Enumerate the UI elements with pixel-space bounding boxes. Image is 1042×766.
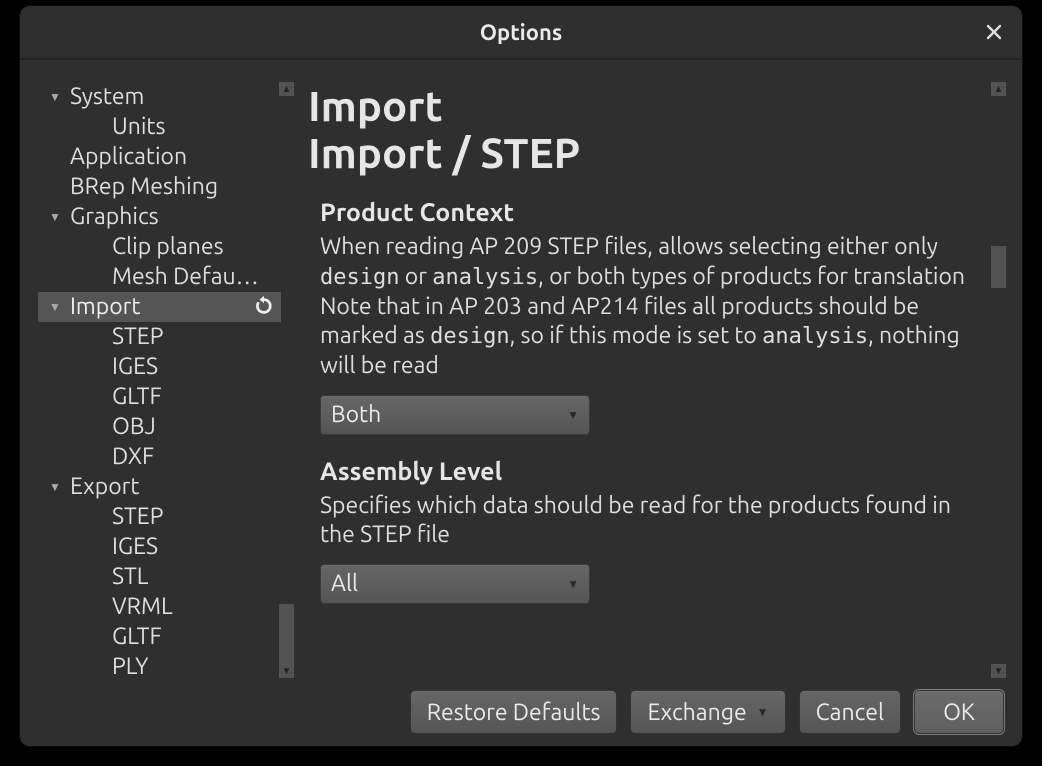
- page-title-line1: Import: [308, 82, 989, 129]
- chevron-down-icon: ▼: [757, 705, 769, 719]
- tree-scrollbar[interactable]: ▲ ▼: [279, 82, 294, 678]
- tree-item-export-stl[interactable]: STL: [38, 562, 281, 592]
- section-product-context: Product Context: [308, 198, 989, 226]
- tree-item-clip-planes[interactable]: Clip planes: [38, 232, 281, 262]
- window-title: Options: [480, 20, 563, 45]
- dialog-body: ▼System Units Application BRep Meshing ▼…: [20, 60, 1022, 678]
- tree-panel: ▼System Units Application BRep Meshing ▼…: [38, 82, 294, 678]
- scroll-thumb[interactable]: [991, 246, 1006, 288]
- cancel-button[interactable]: Cancel: [799, 690, 901, 734]
- tree-item-mesh-defaults[interactable]: Mesh Defau…: [38, 262, 281, 292]
- scroll-down-icon[interactable]: ▼: [279, 664, 294, 678]
- section-assembly-level: Assembly Level: [308, 457, 989, 485]
- product-context-combo[interactable]: Both ▼: [320, 395, 590, 435]
- reset-icon[interactable]: [253, 295, 275, 325]
- content-scrollbar[interactable]: ▲ ▼: [991, 82, 1006, 678]
- restore-defaults-button[interactable]: Restore Defaults: [410, 690, 618, 734]
- tree-item-import-iges[interactable]: IGES: [38, 352, 281, 382]
- content: Import Import / STEP Product Context Whe…: [308, 82, 993, 678]
- titlebar: Options: [20, 6, 1022, 60]
- tree-item-export-ply[interactable]: PLY: [38, 652, 281, 678]
- scroll-up-icon[interactable]: ▲: [279, 82, 294, 96]
- scroll-down-icon[interactable]: ▼: [991, 664, 1006, 678]
- scroll-thumb[interactable]: [279, 604, 294, 664]
- tree-item-system[interactable]: ▼System: [38, 82, 281, 112]
- tree-item-export-gltf[interactable]: GLTF: [38, 622, 281, 652]
- nav-tree: ▼System Units Application BRep Meshing ▼…: [38, 82, 281, 678]
- exchange-button[interactable]: Exchange▼: [630, 690, 785, 734]
- tree-item-export-iges[interactable]: IGES: [38, 532, 281, 562]
- page-title-line2: Import / STEP: [308, 129, 989, 176]
- desc-product-context: When reading AP 209 STEP files, allows s…: [308, 232, 989, 381]
- tree-item-units[interactable]: Units: [38, 112, 281, 142]
- options-dialog: Options ▼System Units Application BRep M…: [20, 6, 1022, 746]
- tree-item-import-dxf[interactable]: DXF: [38, 442, 281, 472]
- tree-item-import[interactable]: ▼Import: [38, 292, 281, 322]
- tree-item-import-gltf[interactable]: GLTF: [38, 382, 281, 412]
- tree-item-brep-meshing[interactable]: BRep Meshing: [38, 172, 281, 202]
- assembly-level-combo[interactable]: All ▼: [320, 564, 590, 604]
- product-context-value: Both: [331, 402, 381, 427]
- scroll-up-icon[interactable]: ▲: [991, 82, 1006, 96]
- tree-item-export[interactable]: ▼Export: [38, 472, 281, 502]
- tree-item-import-step[interactable]: STEP: [38, 322, 281, 352]
- tree-item-export-vrml[interactable]: VRML: [38, 592, 281, 622]
- ok-button[interactable]: OK: [914, 690, 1004, 734]
- close-button[interactable]: [980, 18, 1008, 46]
- tree-item-graphics[interactable]: ▼Graphics: [38, 202, 281, 232]
- tree-item-import-obj[interactable]: OBJ: [38, 412, 281, 442]
- dialog-footer: Restore Defaults Exchange▼ Cancel OK: [20, 678, 1022, 746]
- content-panel: Import Import / STEP Product Context Whe…: [308, 82, 1006, 678]
- desc-assembly-level: Specifies which data should be read for …: [308, 491, 989, 550]
- chevron-down-icon: ▼: [567, 408, 579, 422]
- chevron-down-icon: ▼: [567, 577, 579, 591]
- assembly-level-value: All: [331, 571, 358, 596]
- tree-item-export-step[interactable]: STEP: [38, 502, 281, 532]
- tree-item-application[interactable]: Application: [38, 142, 281, 172]
- close-icon: [986, 24, 1002, 40]
